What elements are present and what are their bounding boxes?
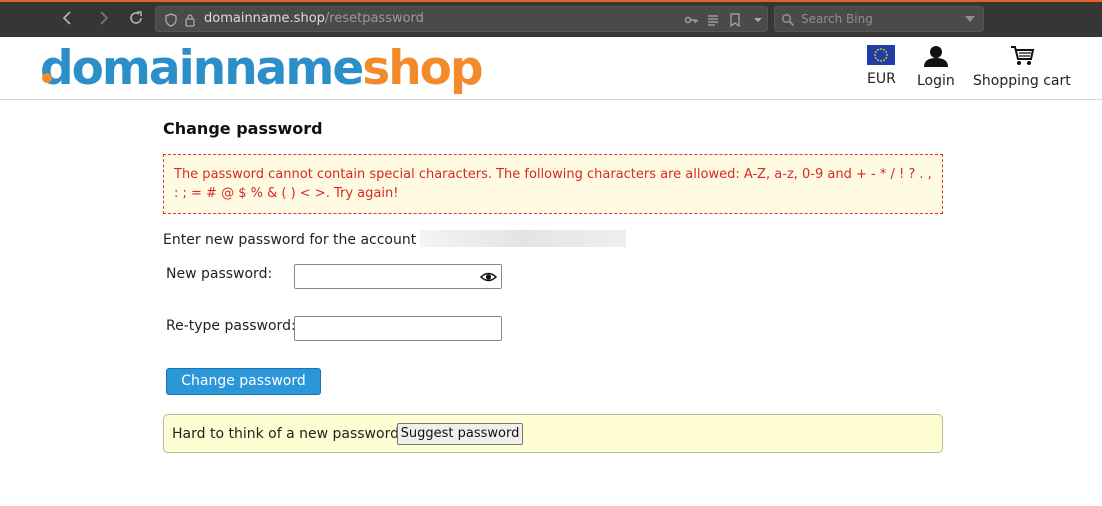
logo-dot [42, 73, 52, 83]
url-domain: domainname.shop [204, 11, 325, 26]
site-logo[interactable]: domainnameshop [40, 39, 484, 99]
logo-part-domainname: domainname [40, 41, 364, 96]
page-title: Change password [163, 119, 323, 138]
retype-password-label: Re-type password: [166, 318, 296, 334]
eu-flag-icon [867, 45, 896, 69]
account-prompt: Enter new password for the account [163, 232, 417, 248]
shield-icon[interactable] [164, 12, 178, 27]
change-password-button[interactable]: Change password [166, 368, 321, 395]
suggest-password-prompt: Hard to think of a new password? [172, 426, 407, 442]
chevron-down-icon[interactable] [751, 12, 765, 26]
search-icon [781, 12, 795, 27]
browser-toolbar: domainname.shop/resetpassword Search Bin… [0, 0, 1102, 37]
cart-icon [1008, 46, 1036, 71]
new-password-input[interactable] [294, 264, 502, 289]
account-name-redacted [420, 230, 627, 247]
eye-icon[interactable] [479, 269, 498, 285]
toolbar-accent [0, 0, 1102, 2]
user-icon [922, 46, 950, 71]
new-password-label: New password: [166, 266, 273, 282]
search-bar[interactable]: Search Bing [774, 6, 984, 32]
currency-label: EUR [867, 71, 896, 87]
login-link[interactable]: Login [917, 45, 955, 89]
key-icon[interactable] [684, 12, 698, 26]
logo-part-shop: shop [362, 41, 483, 96]
error-message: The password cannot contain special char… [163, 154, 943, 214]
back-icon[interactable] [59, 9, 77, 27]
reader-icon[interactable] [706, 12, 720, 26]
site-header: domainnameshop EUR Login Shopping cart [0, 37, 1102, 100]
lock-icon[interactable] [183, 12, 197, 27]
reload-icon[interactable] [127, 9, 145, 27]
url-path: /resetpassword [324, 11, 424, 26]
forward-icon[interactable] [94, 9, 112, 27]
suggest-password-button[interactable]: Suggest password [397, 423, 523, 445]
url-text[interactable]: domainname.shop/resetpassword [204, 11, 424, 26]
url-bar[interactable]: domainname.shop/resetpassword [155, 6, 768, 32]
search-engine-dropdown-icon[interactable] [965, 16, 975, 22]
shopping-cart-link[interactable]: Shopping cart [973, 45, 1071, 89]
bookmark-icon[interactable] [728, 12, 742, 28]
login-label: Login [917, 73, 955, 89]
account-prompt-row: Enter new password for the account [163, 230, 627, 248]
shopping-cart-label: Shopping cart [973, 73, 1071, 89]
search-placeholder: Search Bing [801, 12, 873, 26]
currency-selector[interactable]: EUR [867, 45, 896, 87]
suggest-password-box: Hard to think of a new password? Suggest… [163, 414, 943, 453]
retype-password-input[interactable] [294, 316, 502, 341]
